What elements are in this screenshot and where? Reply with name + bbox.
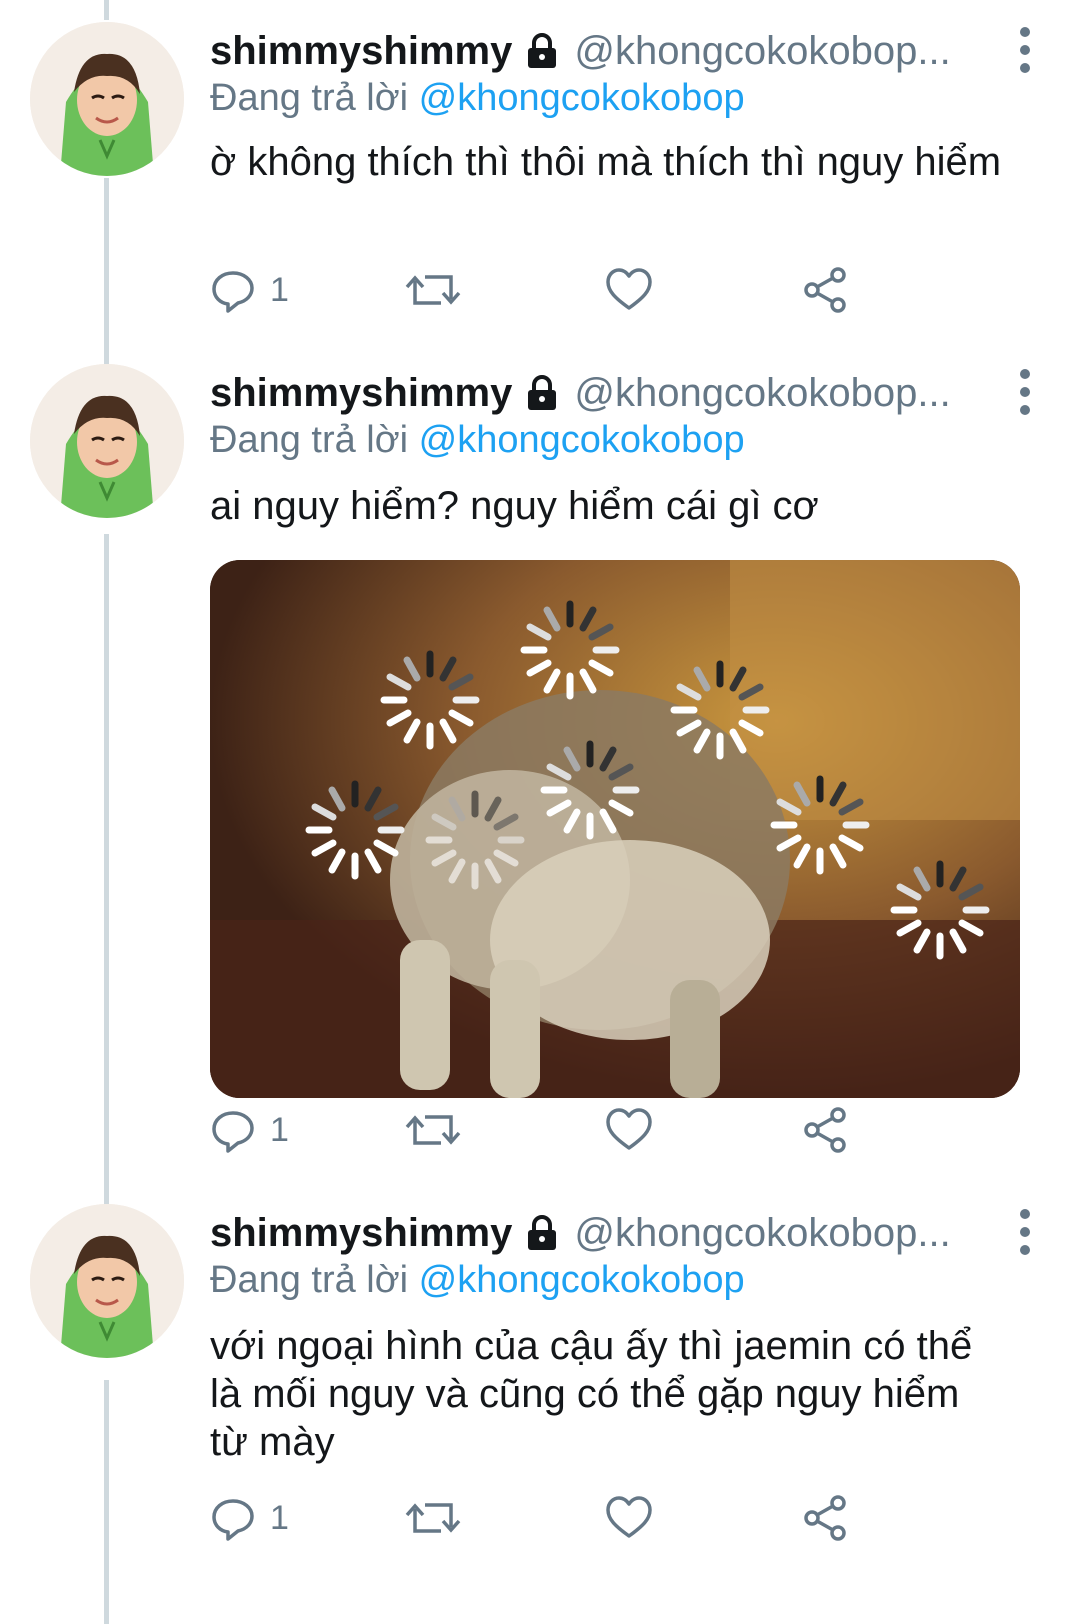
handle[interactable]: @khongcokokobop... bbox=[574, 1211, 950, 1256]
action-bar: 1 bbox=[210, 1488, 1030, 1548]
retweet-button[interactable] bbox=[405, 1100, 461, 1160]
handle[interactable]: @khongcokokobop... bbox=[574, 29, 950, 74]
like-icon bbox=[605, 1495, 653, 1541]
display-name[interactable]: shimmyshimmy bbox=[210, 371, 512, 416]
avatar[interactable] bbox=[30, 364, 184, 518]
replying-prefix: Đang trả lời bbox=[210, 419, 409, 461]
media-image[interactable] bbox=[210, 560, 1020, 1098]
like-button[interactable] bbox=[605, 1100, 653, 1160]
lock-icon bbox=[522, 31, 562, 71]
lock-icon bbox=[522, 373, 562, 413]
display-name[interactable]: shimmyshimmy bbox=[210, 1211, 512, 1256]
mention-link[interactable]: @khongcokokobop bbox=[419, 419, 745, 461]
reply-button[interactable]: 1 bbox=[210, 260, 289, 320]
like-icon bbox=[605, 267, 653, 313]
reply-count: 1 bbox=[270, 270, 289, 309]
handle[interactable]: @khongcokokobop... bbox=[574, 371, 950, 416]
tweet-text: với ngoại hình của cậu ấy thì jaemin có … bbox=[210, 1324, 973, 1464]
reply-icon bbox=[210, 1495, 256, 1541]
reply-count: 1 bbox=[270, 1110, 289, 1149]
like-icon bbox=[605, 1107, 653, 1153]
action-bar: 1 bbox=[210, 260, 1030, 320]
share-button[interactable] bbox=[802, 1100, 850, 1160]
retweet-icon bbox=[405, 1495, 461, 1541]
tweet[interactable]: shimmyshimmy @khongcokokobop... Đang trả… bbox=[0, 342, 1080, 1172]
avatar[interactable] bbox=[30, 1204, 184, 1358]
reply-button[interactable]: 1 bbox=[210, 1488, 289, 1548]
retweet-icon bbox=[405, 1107, 461, 1153]
retweet-icon bbox=[405, 267, 461, 313]
share-icon bbox=[802, 1494, 850, 1542]
like-button[interactable] bbox=[605, 1488, 653, 1548]
more-vertical-icon[interactable] bbox=[1010, 1206, 1040, 1258]
more-vertical-icon[interactable] bbox=[1010, 24, 1040, 76]
replying-prefix: Đang trả lời bbox=[210, 77, 409, 119]
tweet[interactable]: shimmyshimmy @khongcokokobop... Đang trả… bbox=[0, 0, 1080, 350]
tweet-text: ờ không thích thì thôi mà thích thì nguy… bbox=[210, 140, 1002, 184]
retweet-button[interactable] bbox=[405, 1488, 461, 1548]
replying-prefix: Đang trả lời bbox=[210, 1259, 409, 1301]
reply-button[interactable]: 1 bbox=[210, 1100, 289, 1160]
tweet-text: ai nguy hiểm? nguy hiểm cái gì cơ bbox=[210, 484, 819, 528]
action-bar: 1 bbox=[210, 1100, 1030, 1160]
more-vertical-icon[interactable] bbox=[1010, 366, 1040, 418]
avatar[interactable] bbox=[30, 22, 184, 176]
tweet[interactable]: shimmyshimmy @khongcokokobop... Đang trả… bbox=[0, 1182, 1080, 1624]
like-button[interactable] bbox=[605, 260, 653, 320]
replying-to: Đang trả lời @khongcokokobop bbox=[210, 419, 745, 462]
reply-icon bbox=[210, 1107, 256, 1153]
retweet-button[interactable] bbox=[405, 260, 461, 320]
replying-to: Đang trả lời @khongcokokobop bbox=[210, 77, 745, 120]
share-button[interactable] bbox=[802, 1488, 850, 1548]
mention-link[interactable]: @khongcokokobop bbox=[419, 1259, 745, 1301]
replying-to: Đang trả lời @khongcokokobop bbox=[210, 1259, 745, 1302]
lock-icon bbox=[522, 1213, 562, 1253]
share-icon bbox=[802, 1106, 850, 1154]
reply-icon bbox=[210, 267, 256, 313]
display-name[interactable]: shimmyshimmy bbox=[210, 29, 512, 74]
reply-count: 1 bbox=[270, 1498, 289, 1537]
share-button[interactable] bbox=[802, 260, 850, 320]
share-icon bbox=[802, 266, 850, 314]
mention-link[interactable]: @khongcokokobop bbox=[419, 77, 745, 119]
